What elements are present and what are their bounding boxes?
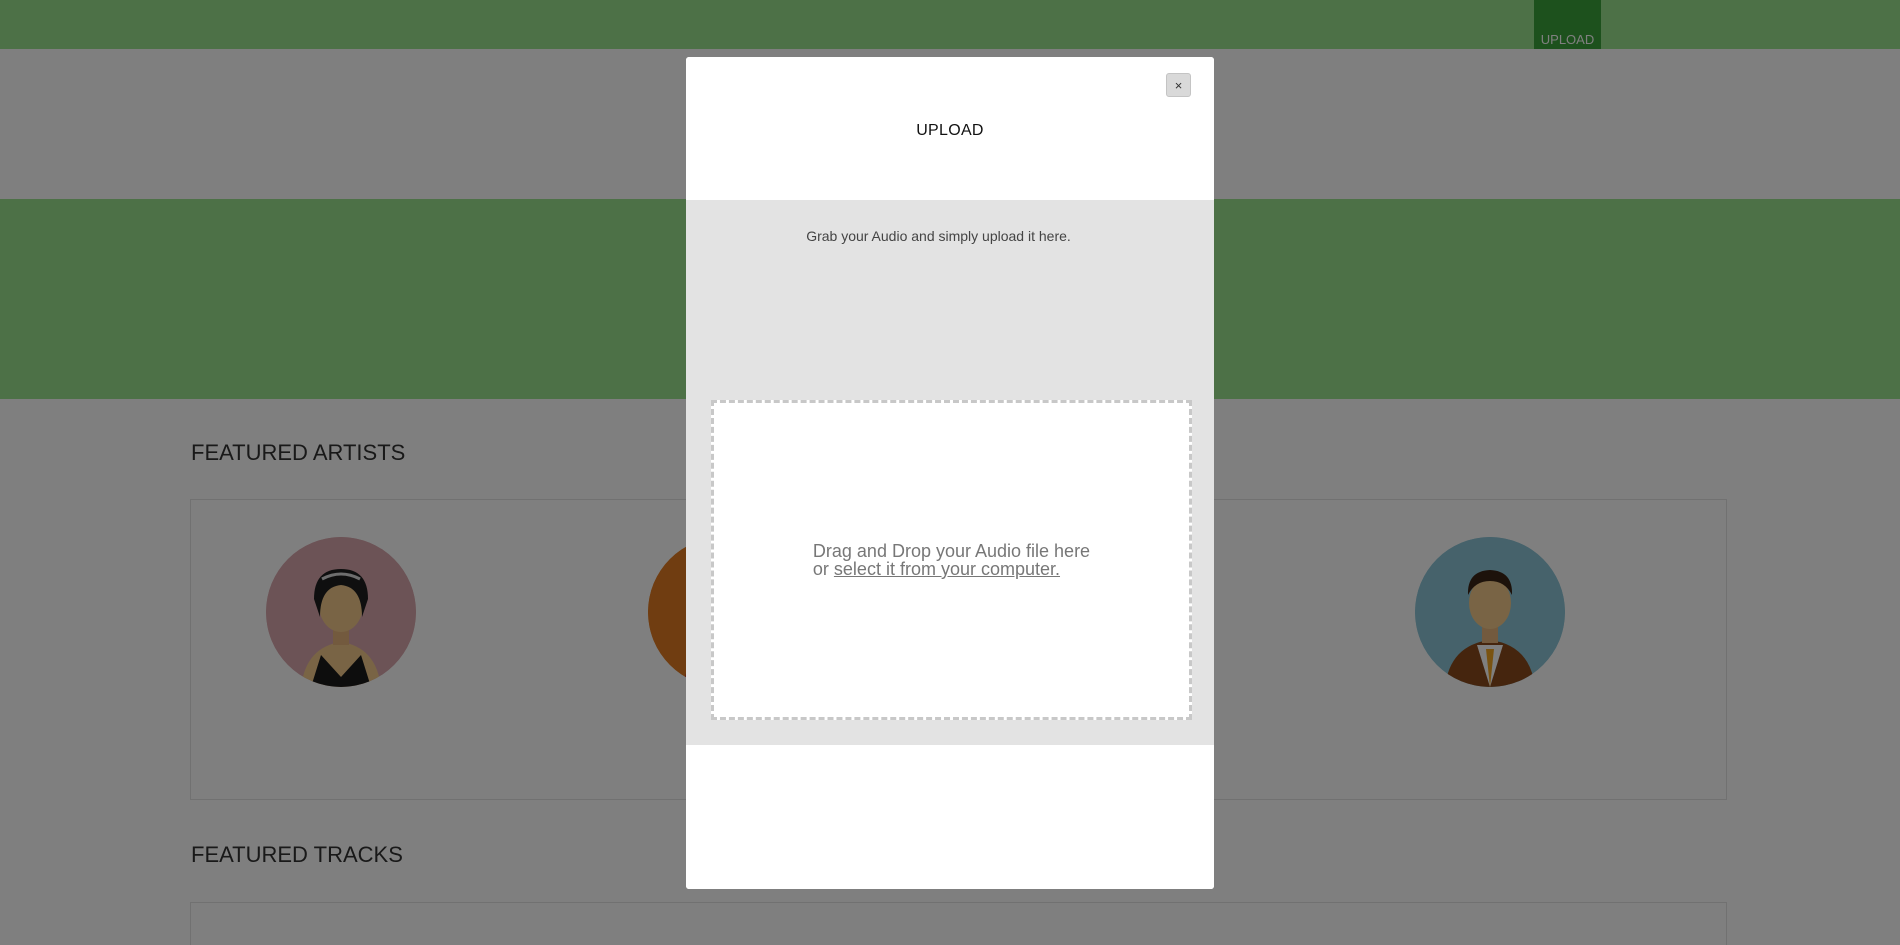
dropzone-line2: or select it from your computer. bbox=[813, 560, 1090, 578]
upload-instructions: Grab your Audio and simply upload it her… bbox=[806, 228, 1071, 244]
modal-title: UPLOAD bbox=[916, 122, 984, 139]
page: UPLOAD FEATURED ARTISTS bbox=[0, 0, 1900, 945]
upload-modal: × UPLOAD Grab your Audio and simply uplo… bbox=[686, 57, 1214, 889]
close-icon: × bbox=[1174, 77, 1183, 93]
modal-footer bbox=[686, 745, 1214, 889]
select-file-link[interactable]: select it from your computer. bbox=[834, 559, 1060, 579]
dropzone-line1: Drag and Drop your Audio file here bbox=[812, 541, 1091, 561]
modal-body: Grab your Audio and simply upload it her… bbox=[686, 200, 1214, 745]
audio-dropzone[interactable]: Drag and Drop your Audio file here or se… bbox=[711, 400, 1192, 720]
close-button[interactable]: × bbox=[1166, 73, 1191, 97]
dropzone-text: Drag and Drop your Audio file here or se… bbox=[813, 542, 1090, 578]
dropzone-line2-prefix: or bbox=[812, 559, 834, 579]
modal-header: × UPLOAD bbox=[686, 57, 1214, 200]
